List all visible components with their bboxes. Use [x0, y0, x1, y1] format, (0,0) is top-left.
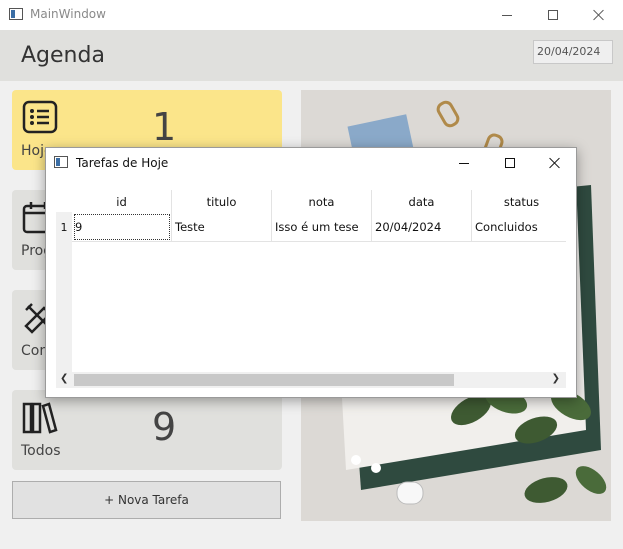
column-header-data[interactable]: data [372, 190, 472, 212]
app-header: Agenda 20/04/2024 [0, 30, 623, 81]
scrollbar-thumb[interactable] [74, 374, 454, 386]
close-button[interactable] [576, 0, 622, 30]
minimize-icon [502, 14, 512, 16]
dialog-minimize-button[interactable] [441, 148, 487, 178]
new-task-button[interactable]: + Nova Tarefa [12, 481, 281, 519]
dialog-maximize-button[interactable] [487, 148, 533, 178]
maximize-button[interactable] [530, 0, 576, 30]
main-title-bar: MainWindow [0, 0, 623, 30]
today-tasks-dialog: Tarefas de Hoje id titulo nota data stat… [45, 147, 577, 398]
table-corner [56, 190, 72, 212]
books-icon [22, 402, 58, 434]
close-icon [593, 9, 605, 21]
app-window-icon [9, 8, 23, 20]
minimize-button[interactable] [484, 0, 530, 30]
card-label: Todos [21, 443, 61, 459]
horizontal-scrollbar[interactable]: ❮ ❯ [56, 372, 566, 388]
table-cell-nota[interactable]: Isso é um tese [272, 212, 372, 242]
maximize-icon [548, 10, 558, 20]
column-header-id[interactable]: id [72, 190, 172, 212]
table-cell-data[interactable]: 20/04/2024 [372, 212, 472, 242]
close-icon [549, 157, 561, 169]
card-todos[interactable]: Todos 9 [12, 390, 282, 470]
dialog-title: Tarefas de Hoje [76, 156, 169, 170]
minimize-icon [459, 162, 469, 164]
dialog-close-button[interactable] [532, 148, 578, 178]
dialog-window-icon [54, 156, 68, 168]
column-header-status[interactable]: status [472, 190, 566, 212]
page-title: Agenda [21, 43, 105, 68]
column-header-titulo[interactable]: titulo [172, 190, 272, 212]
table-cell-titulo[interactable]: Teste [172, 212, 272, 242]
tasks-table[interactable]: id titulo nota data status 1 9 Teste Iss… [56, 190, 566, 391]
card-count: 1 [152, 105, 177, 149]
scroll-left-icon[interactable]: ❮ [60, 373, 68, 384]
table-cell-status[interactable]: Concluidos [472, 212, 566, 242]
scroll-right-icon[interactable]: ❯ [552, 373, 560, 384]
maximize-icon [505, 158, 515, 168]
date-field[interactable]: 20/04/2024 [533, 40, 613, 64]
list-icon [22, 100, 58, 134]
dialog-title-bar: Tarefas de Hoje [46, 148, 576, 178]
column-header-nota[interactable]: nota [272, 190, 372, 212]
main-window-title: MainWindow [30, 7, 106, 21]
row-number[interactable]: 1 [56, 212, 72, 242]
table-cell-id[interactable]: 9 [72, 212, 172, 242]
card-count: 9 [152, 405, 177, 449]
